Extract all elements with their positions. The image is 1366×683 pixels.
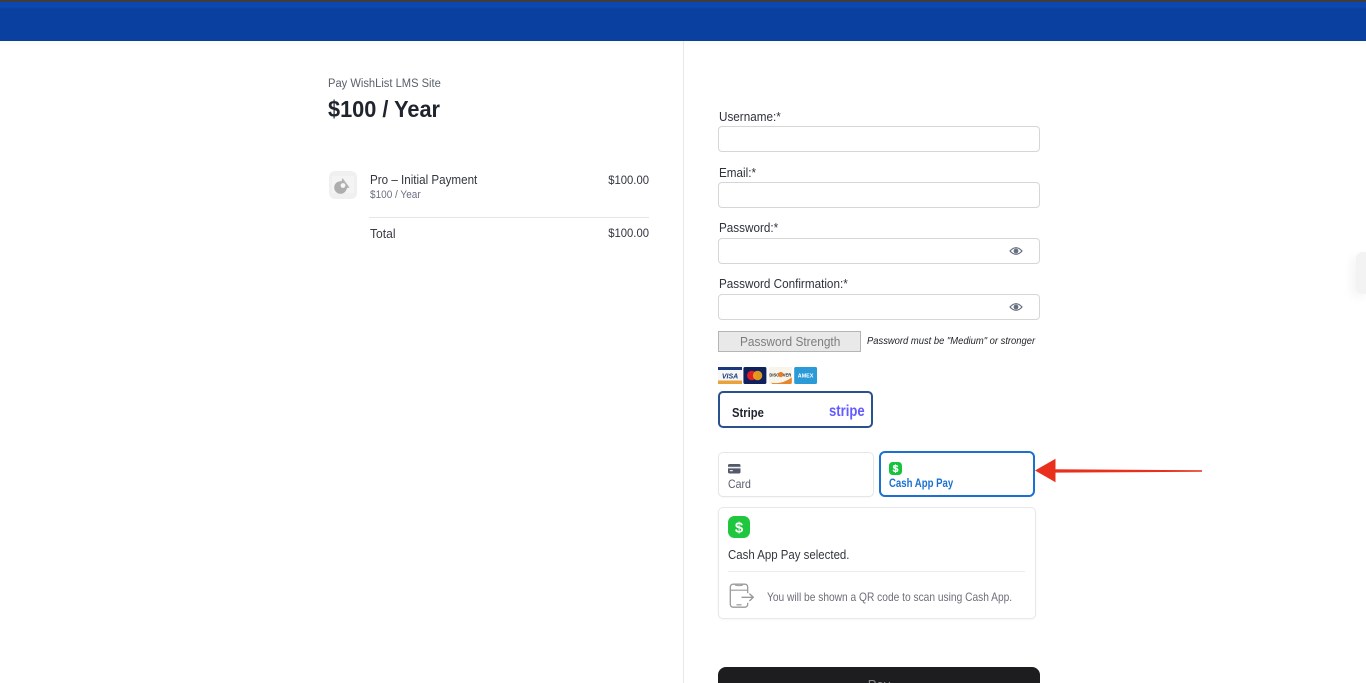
- svg-text:VISA: VISA: [722, 374, 738, 381]
- svg-text:VER: VER: [783, 372, 791, 377]
- svg-text:AMEX: AMEX: [798, 374, 814, 380]
- svg-text:DISC: DISC: [769, 372, 779, 377]
- svg-text:$: $: [734, 519, 743, 536]
- svg-text:$: $: [893, 464, 899, 475]
